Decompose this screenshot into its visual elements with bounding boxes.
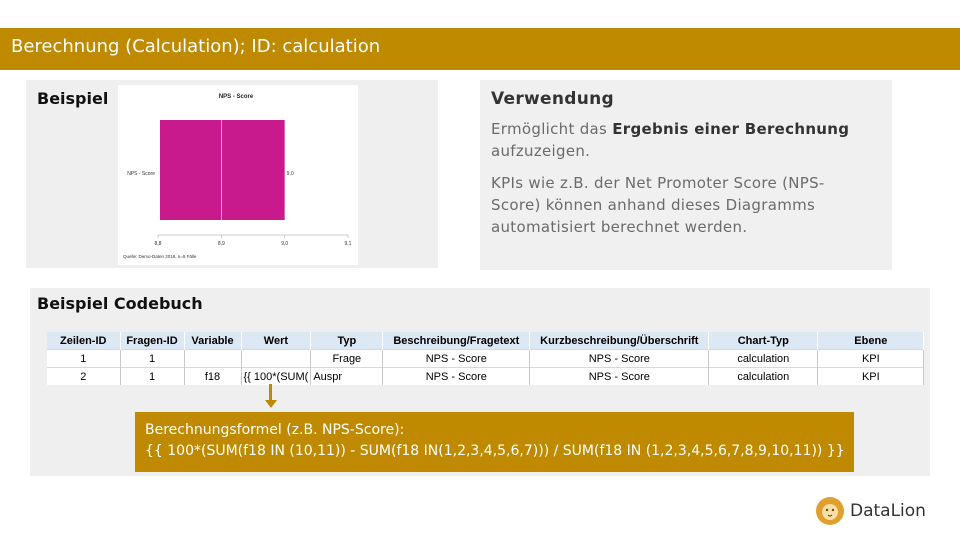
- table-cell: KPI: [817, 349, 925, 368]
- codebook-table: Zeilen-ID Fragen-ID Variable Wert Typ Be…: [47, 332, 925, 385]
- chart-source: Quelle: Demo-Daten 2018, n=9 Fälle: [123, 254, 197, 259]
- x-tick-label: 8,9: [218, 241, 225, 247]
- formula-callout: Berechnungsformel (z.B. NPS-Score): {{ 1…: [135, 412, 854, 472]
- col-header: Ebene: [817, 332, 925, 350]
- col-header: Zeilen-ID: [47, 332, 121, 350]
- table-cell: Auspr: [310, 367, 384, 385]
- col-header: Typ: [310, 332, 384, 350]
- arrow-down-icon: [265, 400, 277, 408]
- table-cell: 2: [47, 367, 121, 385]
- table-row: 2 1 f18 {{ 100*(SUM( Auspr NPS - Score N…: [47, 367, 925, 385]
- table-cell: NPS - Score: [382, 349, 531, 368]
- usage-paragraph-2: KPIs wie z.B. der Net Promoter Score (NP…: [491, 174, 825, 236]
- lion-logo-icon: [816, 497, 844, 525]
- table-cell: f18: [184, 367, 242, 385]
- table-cell: NPS - Score: [382, 367, 531, 385]
- table-cell: 1: [47, 349, 121, 368]
- x-tick-label: 8,8: [155, 241, 162, 247]
- x-tick-label: 9,1: [345, 241, 352, 247]
- usage-panel: Verwendung Ermöglicht das Ergebnis einer…: [480, 80, 892, 270]
- bar-nps-score: [160, 120, 285, 220]
- col-header: Kurzbeschreibung/Überschrift: [529, 332, 710, 350]
- col-header: Variable: [184, 332, 242, 350]
- usage-heading: Verwendung: [491, 89, 615, 109]
- nps-chart-svg: NPS - Score NPS - Score 9,0 8,8 8,9 9,0 9,1…: [123, 94, 352, 259]
- title-bar: Berechnung (Calculation); ID: calculatio…: [0, 28, 960, 70]
- col-header: Chart-Typ: [708, 332, 819, 350]
- formula-label: Berechnungsformel (z.B. NPS-Score):: [145, 422, 405, 438]
- usage-p1-post: aufzuzeigen.: [491, 142, 591, 160]
- category-label: NPS - Score: [127, 171, 155, 177]
- example-heading: Beispiel: [37, 89, 109, 108]
- table-cell: NPS - Score: [529, 367, 710, 385]
- table-cell: {{ 100*(SUM(: [241, 367, 312, 385]
- nps-chart: NPS - Score NPS - Score 9,0 8,8 8,9 9,0 9,1…: [118, 85, 358, 265]
- table-header-row: Zeilen-ID Fragen-ID Variable Wert Typ Be…: [47, 332, 925, 350]
- table-cell: [241, 349, 312, 368]
- x-tick-label: 9,0: [281, 241, 288, 247]
- codebook-heading: Beispiel Codebuch: [37, 294, 203, 313]
- page-title: Berechnung (Calculation); ID: calculatio…: [11, 36, 381, 57]
- table-cell: calculation: [708, 349, 819, 368]
- col-header: Wert: [241, 332, 312, 350]
- formula-text: {{ 100*(SUM(f18 IN (10,11)) - SUM(f18 IN…: [145, 443, 845, 459]
- table-row: 1 1 Frage NPS - Score NPS - Score calcul…: [47, 349, 925, 368]
- usage-p1-pre: Ermöglicht das: [491, 120, 613, 138]
- table-cell: calculation: [708, 367, 819, 385]
- chart-title: NPS - Score: [219, 94, 254, 100]
- value-label: 9,0: [287, 171, 294, 177]
- usage-paragraph-1: Ermöglicht das Ergebnis einer Berechnung…: [491, 118, 861, 162]
- table-cell: Frage: [310, 349, 384, 368]
- table-cell: [184, 349, 242, 368]
- col-header: Fragen-ID: [120, 332, 185, 350]
- usage-p1-bold: Ergebnis einer Berechnung: [612, 120, 850, 138]
- col-header: Beschreibung/Fragetext: [382, 332, 531, 350]
- table-cell: 1: [120, 367, 185, 385]
- table-cell: NPS - Score: [529, 349, 710, 368]
- table-cell: 1: [120, 349, 185, 368]
- table-cell: KPI: [817, 367, 925, 385]
- brand-name: DataLion: [850, 501, 926, 521]
